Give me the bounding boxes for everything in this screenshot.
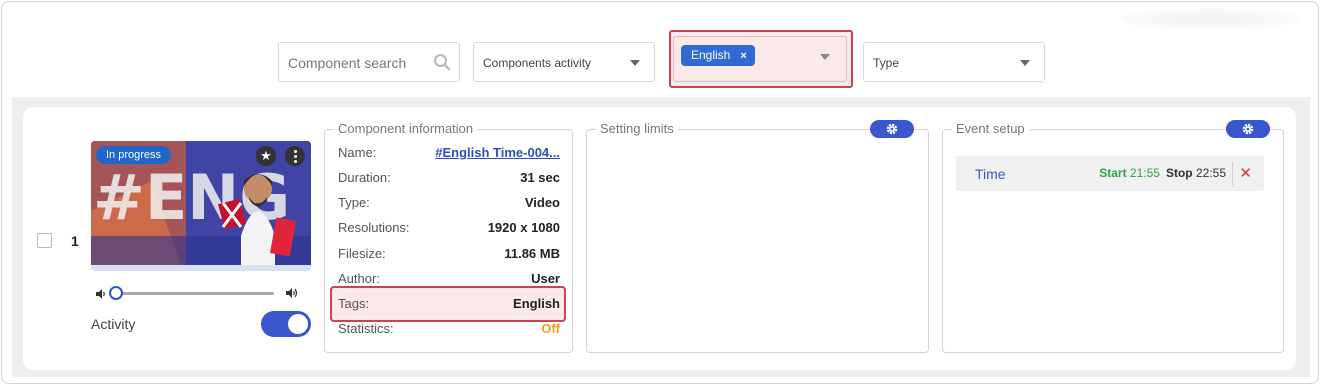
chevron-down-icon [1020, 60, 1030, 66]
decorative-shadow [1120, 8, 1300, 30]
chevron-down-icon [820, 54, 830, 60]
gear-icon [1242, 123, 1254, 135]
event-setup-panel: Event setup Time Start 21:55 Stop 22:55 ✕ [942, 120, 1284, 353]
info-value: Video [524, 195, 560, 210]
components-activity-label: Components activity [483, 56, 592, 70]
info-row-statistics: Statistics: Off [338, 319, 560, 339]
info-value: User [531, 271, 560, 286]
info-row-author: Author: User [338, 269, 560, 289]
info-key: Name: [338, 145, 377, 160]
tags-filter-select[interactable]: English × [673, 36, 847, 82]
volume-low-icon[interactable] [95, 287, 107, 305]
row-checkbox[interactable] [37, 233, 52, 248]
events-settings-button[interactable] [1226, 120, 1270, 138]
volume-slider-handle[interactable] [109, 286, 123, 300]
components-activity-select[interactable]: Components activity [473, 42, 655, 82]
info-value: 1920 x 1080 [487, 220, 560, 235]
info-row-resolutions: Resolutions: 1920 x 1080 [338, 218, 560, 238]
chevron-down-icon [630, 60, 640, 66]
event-times: Start 21:55 Stop 22:55 [1099, 166, 1226, 180]
info-row-filesize: Filesize: 11.86 MB [338, 244, 560, 264]
info-key: Duration: [338, 170, 391, 185]
activity-toggle[interactable] [261, 311, 311, 337]
component-name-link[interactable]: #English Time-004... [435, 145, 560, 160]
divider [1232, 162, 1233, 185]
star-icon[interactable]: ★ [256, 146, 276, 166]
close-icon[interactable]: × [740, 50, 746, 62]
start-label: Start [1099, 166, 1127, 180]
event-name: Time [975, 166, 1006, 182]
info-row-tags: Tags: English [338, 294, 560, 314]
row-number: 1 [71, 233, 79, 249]
tag-chip-english[interactable]: English × [681, 45, 755, 66]
component-information-title: Component information [334, 121, 478, 136]
close-icon[interactable]: ✕ [1239, 164, 1252, 182]
more-options-icon[interactable] [285, 146, 305, 166]
toggle-knob [288, 314, 308, 334]
event-setup-title: Event setup [952, 121, 1029, 136]
activity-label: Activity [91, 316, 136, 332]
stop-label: Stop [1165, 166, 1193, 180]
info-value: Off [541, 321, 560, 336]
component-search-input[interactable]: Component search [278, 42, 460, 82]
component-information-panel: Component information Name: #English Time… [324, 121, 573, 353]
info-key: Filesize: [338, 246, 386, 261]
info-value: English [513, 296, 560, 311]
limits-settings-button[interactable] [870, 120, 914, 138]
type-select[interactable]: Type [863, 42, 1045, 82]
info-key: Type: [338, 195, 370, 210]
start-value: 21:55 [1129, 166, 1160, 180]
info-key: Statistics: [338, 321, 394, 336]
info-row-type: Type: Video [338, 193, 560, 213]
event-item[interactable]: Time Start 21:55 Stop 22:55 ✕ [956, 156, 1264, 191]
info-row-name: Name: #English Time-004... [338, 143, 560, 163]
status-badge: In progress [96, 146, 172, 164]
volume-slider-track[interactable] [110, 292, 274, 295]
thumbnail-footer [91, 265, 311, 271]
info-row-duration: Duration: 31 sec [338, 168, 560, 188]
info-key: Tags: [338, 296, 370, 311]
stop-value: 22:55 [1195, 166, 1226, 180]
setting-limits-panel: Setting limits [586, 120, 929, 353]
info-value: 31 sec [520, 170, 560, 185]
info-key: Resolutions: [338, 220, 410, 235]
info-key: Author: [338, 271, 380, 286]
tag-chip-label: English [691, 48, 731, 62]
type-label: Type [873, 56, 900, 70]
setting-limits-title: Setting limits [596, 121, 678, 136]
volume-high-icon[interactable] [285, 286, 299, 305]
info-value: 11.86 MB [504, 246, 560, 261]
gear-icon [886, 123, 898, 135]
search-placeholder: Component search [288, 55, 407, 71]
search-icon[interactable] [433, 53, 451, 74]
